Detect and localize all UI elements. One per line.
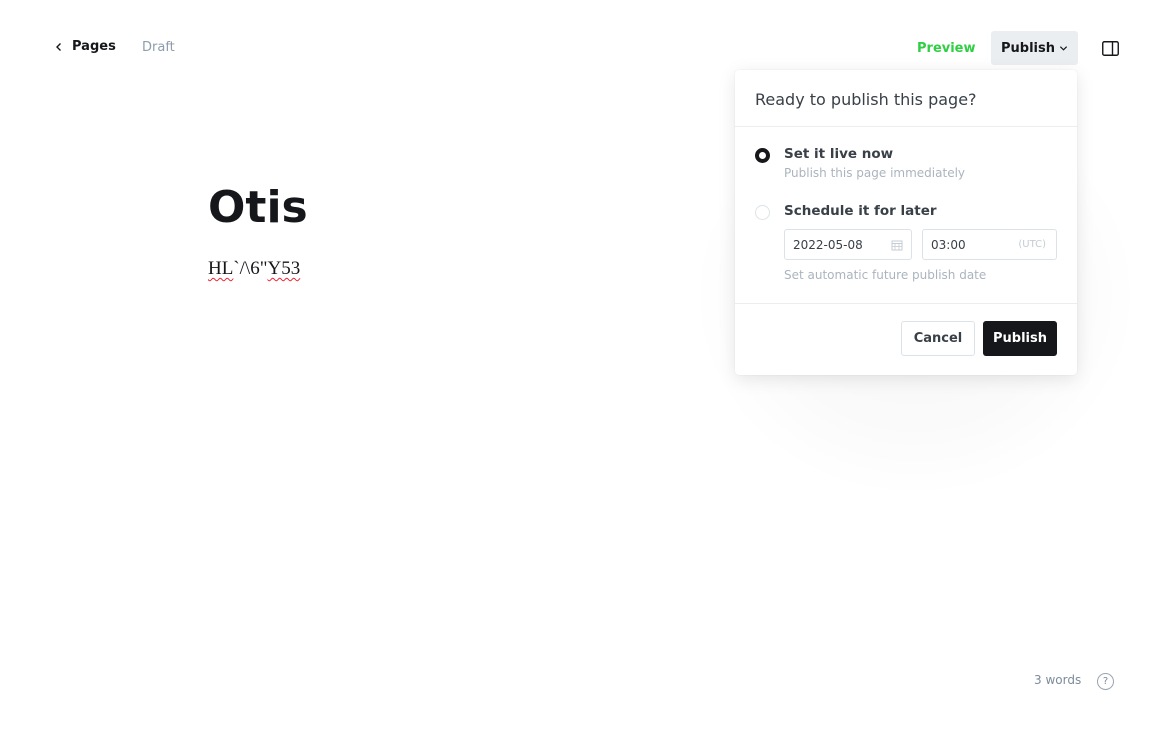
word-count: 3 words [1034,673,1082,687]
chevron-left-icon [56,42,61,51]
option-schedule-later[interactable]: Schedule it for later [755,203,937,220]
option-label: Set it live now [784,146,894,162]
schedule-hint: Set automatic future publish date [784,268,987,282]
post-body-text[interactable]: HL`/\6"Y53 [208,258,300,280]
sidebar-icon [1101,40,1119,56]
calendar-icon [891,240,903,250]
preview-button[interactable]: Preview [903,31,990,65]
cancel-button[interactable]: Cancel [901,321,975,356]
publish-menu-button[interactable]: Publish [991,31,1078,65]
schedule-date-input[interactable]: 2022-05-08 [784,229,912,260]
schedule-time-input[interactable]: 03:00 (UTC) [922,229,1057,260]
publish-popover: Ready to publish this page? Set it live … [735,70,1077,375]
back-to-pages-link[interactable]: Pages [54,39,116,54]
body-text-segment: `/\6" [233,258,268,279]
post-title[interactable]: Otis [208,182,308,235]
timezone-label: (UTC) [1018,239,1046,250]
option-publish-now[interactable]: Set it live now Publish this page immedi… [755,146,965,180]
publish-menu-label: Publish [1001,40,1055,56]
misspelled-word: HL [208,258,234,279]
back-link-label: Pages [72,39,116,54]
popover-footer: Cancel Publish [735,303,1077,375]
option-label: Schedule it for later [784,203,937,219]
date-value: 2022-05-08 [793,237,863,252]
popover-heading: Ready to publish this page? [735,70,1077,127]
chevron-down-icon [1059,45,1068,51]
option-description: Publish this page immediately [784,166,966,180]
time-value: 03:00 [931,237,966,252]
post-status: Draft [142,40,175,55]
misspelled-word: Y53 [267,258,301,279]
publish-confirm-button[interactable]: Publish [983,321,1057,356]
radio-schedule-later[interactable] [755,205,770,220]
settings-sidebar-toggle[interactable] [1100,38,1120,58]
radio-publish-now[interactable] [755,148,770,163]
help-icon[interactable]: ? [1097,673,1114,690]
